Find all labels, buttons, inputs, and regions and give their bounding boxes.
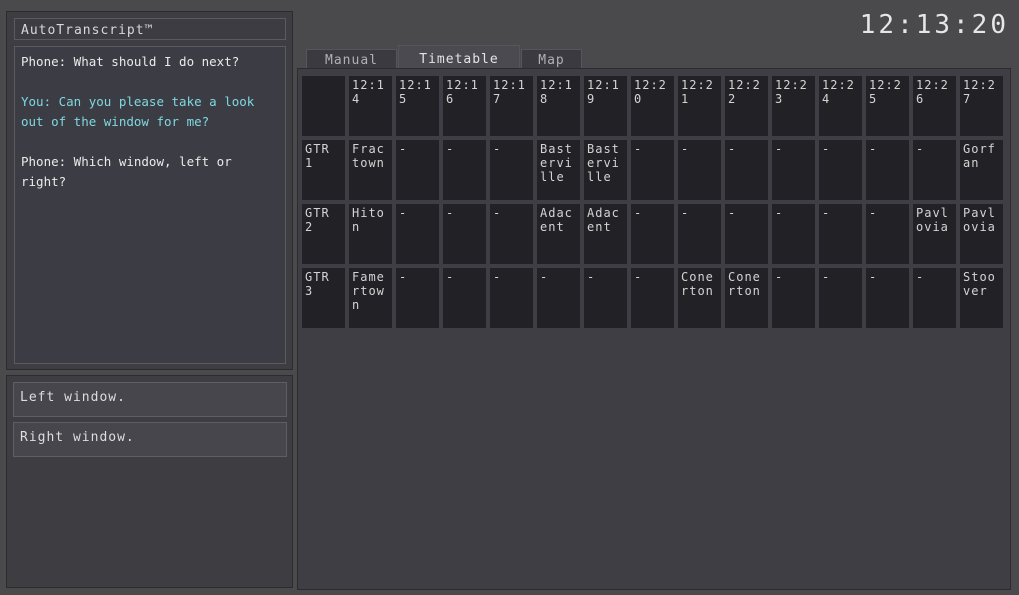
transcript-message-you: You: Can you please take a look out of t… <box>21 94 262 129</box>
timetable-cell: Pavlovia <box>913 204 956 264</box>
clock: 12:13:20 <box>859 10 1009 40</box>
timetable-cell: - <box>866 140 909 200</box>
timetable-cell: - <box>772 204 815 264</box>
transcript-message-phone: Phone: What should I do next? <box>21 54 240 69</box>
timetable-cell: - <box>396 204 439 264</box>
timetable-time-header: 12:17 <box>490 76 533 136</box>
timetable-time-header: 12:19 <box>584 76 627 136</box>
timetable-cell: - <box>819 268 862 328</box>
timetable-time-header: 12:18 <box>537 76 580 136</box>
timetable-cell: Stoover <box>960 268 1003 328</box>
timetable-cell: - <box>772 268 815 328</box>
timetable-time-header: 12:15 <box>396 76 439 136</box>
timetable-row-label: GTR 1 <box>302 140 345 200</box>
timetable-time-header: 12:14 <box>349 76 392 136</box>
timetable-cell: - <box>819 140 862 200</box>
timetable-time-header: 12:25 <box>866 76 909 136</box>
timetable-panel: 12:14 12:15 12:16 12:17 12:18 12:19 12:20 12:21… <box>297 68 1011 590</box>
timetable-cell: - <box>866 268 909 328</box>
timetable-cell: Conerton <box>725 268 768 328</box>
tab-map[interactable]: Map <box>521 49 582 69</box>
timetable-cell: Hiton <box>349 204 392 264</box>
timetable-time-header: 12:23 <box>772 76 815 136</box>
timetable-cell: - <box>631 204 674 264</box>
timetable-cell: - <box>866 204 909 264</box>
timetable-cell: Basterville <box>584 140 627 200</box>
response-right-window-button[interactable]: Right window. <box>13 422 287 457</box>
timetable-cell: Conerton <box>678 268 721 328</box>
timetable-cell: Pavlovia <box>960 204 1003 264</box>
timetable-cell: - <box>725 140 768 200</box>
timetable-cell: - <box>490 140 533 200</box>
timetable-cell: - <box>819 204 862 264</box>
transcript-panel: AutoTranscript™ Phone: What should I do … <box>6 11 293 370</box>
timetable-time-header: 12:20 <box>631 76 674 136</box>
response-left-window-button[interactable]: Left window. <box>13 382 287 417</box>
timetable-corner-cell <box>302 76 345 136</box>
timetable-cell: - <box>443 268 486 328</box>
timetable-cell: - <box>396 140 439 200</box>
timetable-time-header: 12:22 <box>725 76 768 136</box>
timetable-cell: Fractown <box>349 140 392 200</box>
app-title: AutoTranscript™ <box>14 18 286 40</box>
transcript-log[interactable]: Phone: What should I do next? You: Can yo… <box>14 46 286 364</box>
timetable-cell: - <box>537 268 580 328</box>
timetable-time-header: 12:24 <box>819 76 862 136</box>
tab-timetable[interactable]: Timetable <box>398 45 520 69</box>
response-panel: Left window. Right window. <box>6 375 293 588</box>
timetable-row-label: GTR 3 <box>302 268 345 328</box>
timetable-cell: - <box>913 140 956 200</box>
transcript-message-phone: Phone: Which window, left or right? <box>21 154 240 189</box>
timetable-time-header: 12:27 <box>960 76 1003 136</box>
timetable-cell: Gorfan <box>960 140 1003 200</box>
timetable-cell: - <box>443 140 486 200</box>
timetable-cell: Famertown <box>349 268 392 328</box>
timetable-cell: - <box>725 204 768 264</box>
timetable-cell: - <box>678 204 721 264</box>
timetable-cell: Adacent <box>584 204 627 264</box>
timetable-time-header: 12:26 <box>913 76 956 136</box>
timetable-cell: Adacent <box>537 204 580 264</box>
timetable-cell: - <box>490 268 533 328</box>
timetable-cell: Basterville <box>537 140 580 200</box>
timetable-cell: - <box>490 204 533 264</box>
timetable-time-header: 12:16 <box>443 76 486 136</box>
timetable-cell: - <box>631 140 674 200</box>
timetable-cell: - <box>631 268 674 328</box>
timetable-cell: - <box>913 268 956 328</box>
timetable-row-label: GTR 2 <box>302 204 345 264</box>
timetable-time-header: 12:21 <box>678 76 721 136</box>
timetable-cell: - <box>584 268 627 328</box>
timetable-cell: - <box>396 268 439 328</box>
timetable-cell: - <box>678 140 721 200</box>
tab-manual[interactable]: Manual <box>306 49 397 69</box>
timetable-cell: - <box>443 204 486 264</box>
timetable-cell: - <box>772 140 815 200</box>
